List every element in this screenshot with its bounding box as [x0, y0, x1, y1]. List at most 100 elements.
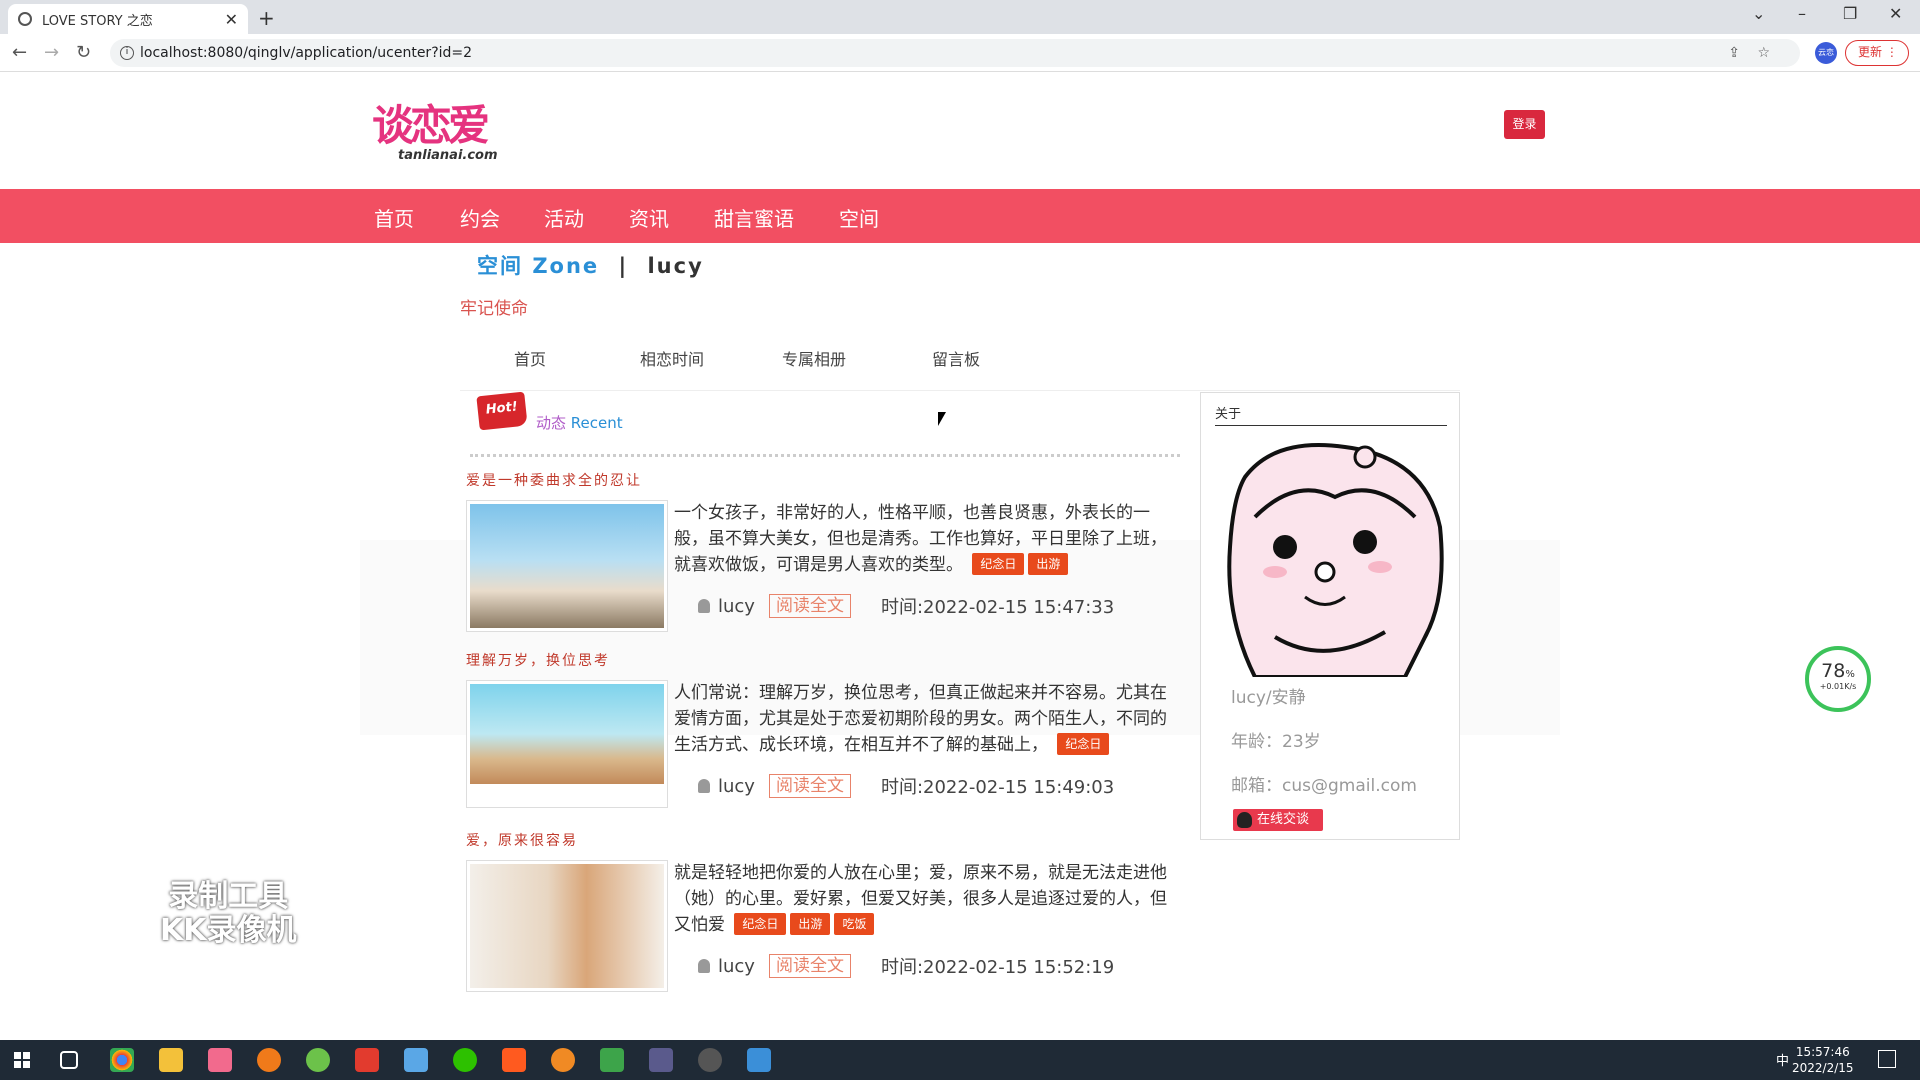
back-icon[interactable]: ←	[12, 42, 27, 63]
share-icon[interactable]: ⇪	[1728, 39, 1740, 67]
windows-start-icon[interactable]	[14, 1052, 30, 1068]
chrome-icon[interactable]	[110, 1048, 134, 1072]
browser-tabbar: LOVE STORY 之恋 ✕ + ⌄ – ❐ ✕	[0, 0, 1920, 34]
post-tag[interactable]: 吃饭	[834, 913, 875, 935]
post-excerpt: 就是轻轻地把你爱的人放在心里；爱，原来不易，就是无法走进他（她）的心里。爱好累，…	[674, 860, 1180, 938]
post-tag[interactable]: 纪念日	[972, 553, 1025, 575]
url-field[interactable]: i localhost:8080/qinglv/application/ucen…	[110, 39, 1800, 67]
divider	[460, 390, 1460, 391]
app-icon[interactable]	[698, 1048, 722, 1072]
subnav-home[interactable]: 首页	[514, 346, 546, 370]
url-text: localhost:8080/qinglv/application/ucente…	[140, 45, 473, 61]
qq-penguin-icon	[1237, 812, 1252, 828]
recent-label-en: Recent	[570, 414, 623, 432]
hot-badge-icon: Hot!	[476, 391, 528, 431]
post-title[interactable]: 爱是一种委曲求全的忍让	[466, 470, 642, 490]
profile-avatar[interactable]: 云恋	[1815, 42, 1837, 64]
nav-dating[interactable]: 约会	[460, 203, 500, 232]
subnav-album[interactable]: 专属相册	[782, 346, 846, 370]
post-author: lucy	[718, 775, 755, 797]
app-icon[interactable]	[306, 1048, 330, 1072]
read-more-link[interactable]: 阅读全文	[768, 594, 851, 618]
profile-name: lucy/安静	[1231, 688, 1306, 708]
clock-date: 2022/2/15	[1792, 1061, 1854, 1075]
post-image[interactable]	[466, 680, 668, 808]
address-bar-row: ← → ↻ i localhost:8080/qinglv/applicatio…	[0, 34, 1920, 72]
post-tag[interactable]: 纪念日	[1057, 733, 1110, 755]
logo-text: 谈恋爱	[372, 101, 490, 150]
recorder-watermark: 录制工具 KK录像机	[160, 880, 297, 948]
app-icon[interactable]	[208, 1048, 232, 1072]
update-button[interactable]: 更新 ⋮	[1845, 40, 1909, 66]
nav-news[interactable]: 资讯	[629, 203, 669, 232]
post-time: 时间:2022-02-15 15:49:03	[880, 777, 1115, 798]
app-icon[interactable]	[502, 1048, 526, 1072]
task-view-icon[interactable]	[60, 1051, 78, 1069]
globe-icon	[18, 12, 32, 26]
notepad-icon[interactable]	[600, 1048, 624, 1072]
browser-tab[interactable]: LOVE STORY 之恋 ✕	[8, 4, 248, 34]
recent-label-cn: 动态	[536, 414, 567, 432]
post-tag[interactable]: 出游	[790, 913, 831, 935]
logo-subtext: tanlianai.com	[398, 148, 498, 163]
reload-icon[interactable]: ↻	[76, 42, 91, 63]
nav-home[interactable]: 首页	[374, 203, 414, 232]
nav-space[interactable]: 空间	[839, 203, 879, 232]
new-tab-icon[interactable]: +	[258, 6, 275, 30]
post-text: 一个女孩子，非常好的人，性格平顺，也善良贤惠，外表长的一般，虽不算大美女，但也是…	[674, 503, 1167, 575]
wps-icon[interactable]	[355, 1048, 379, 1072]
profile-avatar-image	[1215, 437, 1447, 677]
search-app-icon[interactable]	[257, 1048, 281, 1072]
post-tag[interactable]: 纪念日	[734, 913, 787, 935]
read-more-link[interactable]: 阅读全文	[768, 774, 851, 798]
subnav-message-board[interactable]: 留言板	[932, 346, 980, 370]
restore-icon[interactable]: ❐	[1843, 4, 1857, 23]
post-time: 时间:2022-02-15 15:52:19	[880, 957, 1115, 978]
dotted-divider	[470, 454, 1180, 458]
tab-search-icon[interactable]: ⌄	[1752, 4, 1765, 23]
main-nav: 首页 约会 活动 资讯 甜言蜜语 空间	[0, 189, 1920, 243]
forward-icon[interactable]: →	[44, 42, 59, 63]
bookmark-star-icon[interactable]: ☆	[1757, 39, 1770, 67]
speed-rate: +0.01K/s	[1819, 682, 1857, 691]
user-icon	[698, 599, 710, 613]
app-icon[interactable]	[747, 1048, 771, 1072]
zone-motto: 牢记使命	[460, 299, 528, 319]
post-tag[interactable]: 出游	[1028, 553, 1069, 575]
system-clock[interactable]: 15:57:46 2022/2/15	[1792, 1044, 1854, 1076]
app-icon[interactable]	[649, 1048, 673, 1072]
zone-title-separator: |	[618, 254, 629, 278]
post-excerpt: 人们常说：理解万岁，换位思考，但真正做起来并不容易。尤其在爱情方面，尤其是处于恋…	[674, 680, 1180, 758]
subnav-love-time[interactable]: 相恋时间	[640, 346, 704, 370]
post-author: lucy	[718, 595, 755, 617]
window-close-icon[interactable]: ✕	[1889, 4, 1902, 23]
post-image[interactable]	[466, 860, 668, 992]
network-speed-widget[interactable]: 78% +0.01K/s	[1805, 646, 1871, 712]
nav-sweet-words[interactable]: 甜言蜜语	[714, 203, 794, 232]
about-sidebar: 关于 lucy/安静 年龄：23岁 邮箱：cus@gmail.com 在线交谈	[1200, 392, 1460, 840]
nav-activities[interactable]: 活动	[544, 203, 584, 232]
minimize-icon[interactable]: –	[1798, 4, 1806, 23]
speed-percent-line: 78%	[1809, 660, 1867, 682]
notification-icon[interactable]	[1878, 1050, 1896, 1068]
app-icon[interactable]	[551, 1048, 575, 1072]
zone-title-cn: 空间	[477, 254, 523, 278]
friends-photo	[470, 504, 664, 628]
speed-percent: 78	[1821, 660, 1846, 682]
read-more-link[interactable]: 阅读全文	[768, 954, 851, 978]
app-icon[interactable]	[404, 1048, 428, 1072]
zone-title: 空间 Zone | lucy	[477, 250, 704, 280]
post-title[interactable]: 理解万岁，换位思考	[466, 650, 610, 670]
ime-indicator[interactable]: 中	[1776, 1050, 1789, 1069]
close-tab-icon[interactable]: ✕	[225, 10, 238, 29]
wechat-icon[interactable]	[453, 1048, 477, 1072]
online-chat-button[interactable]: 在线交谈	[1233, 809, 1323, 831]
file-explorer-icon[interactable]	[159, 1048, 183, 1072]
post-image[interactable]	[466, 500, 668, 632]
login-button[interactable]: 登录	[1504, 110, 1545, 139]
clock-time: 15:57:46	[1795, 1045, 1850, 1059]
post-meta: lucy 阅读全文 时间:2022-02-15 15:49:03	[698, 773, 1114, 799]
post-title[interactable]: 爱，原来很容易	[466, 830, 578, 850]
site-info-icon[interactable]: i	[120, 46, 134, 60]
site-logo[interactable]: 谈恋爱 tanlianai.com	[372, 92, 502, 164]
